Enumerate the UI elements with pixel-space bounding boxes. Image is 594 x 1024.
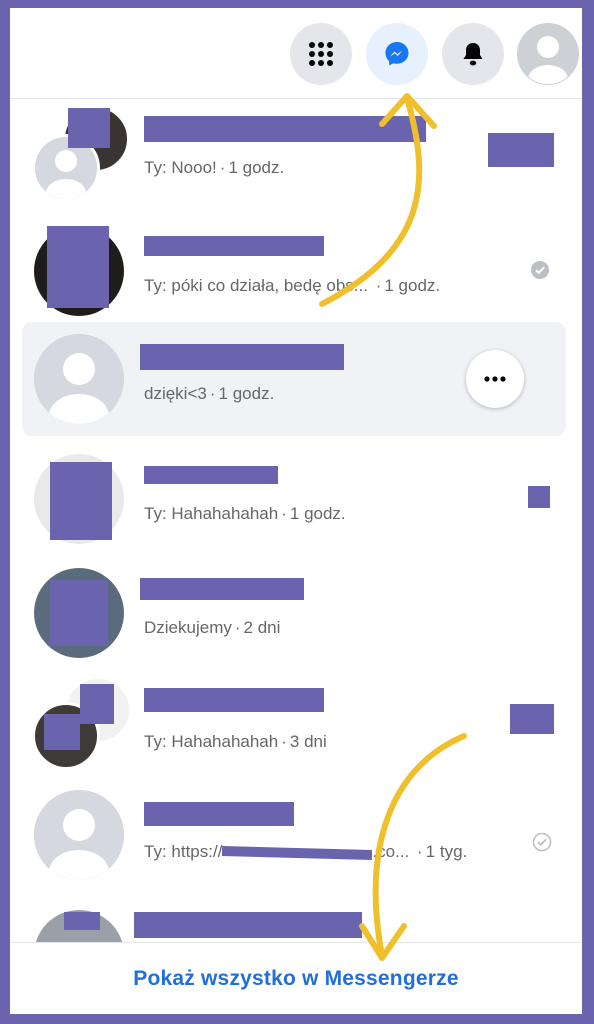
preview-time: 1 godz. bbox=[218, 384, 275, 403]
conversation-name-redacted bbox=[144, 466, 278, 484]
bell-icon bbox=[463, 43, 483, 66]
redaction-block bbox=[510, 704, 554, 734]
preview-time: 2 dni bbox=[243, 618, 281, 637]
redaction-block bbox=[68, 108, 110, 148]
menu-grid-button[interactable] bbox=[290, 23, 352, 85]
redaction-block bbox=[222, 845, 373, 860]
redaction-block bbox=[488, 133, 554, 167]
conversation-row[interactable]: Ty: póki co działa, bedę obs... · 1 godz. bbox=[22, 214, 566, 328]
conversation-name-redacted bbox=[140, 578, 304, 600]
conversation-preview: Ty: https://.co... · 1 tyg. bbox=[144, 842, 468, 861]
contact-avatar bbox=[34, 790, 124, 880]
conversation-row[interactable]: Dziekujemy · 2 dni bbox=[22, 556, 566, 670]
conversation-name-redacted bbox=[144, 802, 294, 826]
preview-text-end: .co... bbox=[372, 842, 410, 861]
preview-text: Dziekujemy bbox=[144, 618, 232, 637]
preview-text: dzięki<3 bbox=[144, 384, 207, 403]
conversation-preview: Ty: Hahahahahah · 3 dni bbox=[144, 732, 327, 751]
more-dots-icon bbox=[484, 376, 506, 382]
conversation-preview: Ty: Nooo! · 1 godz. bbox=[144, 158, 285, 177]
footer: Pokaż wszystko w Messengerze bbox=[10, 942, 582, 1014]
conversation-row[interactable]: Ty: https://.co... · 1 tyg. bbox=[22, 784, 566, 898]
read-receipt-icon bbox=[531, 261, 549, 279]
conversation-row[interactable]: Ty: Hahahahahah · 3 dni bbox=[22, 670, 566, 784]
conversation-name-redacted bbox=[134, 912, 362, 938]
conversation-row[interactable]: Ty: Nooo! · 1 godz. bbox=[22, 100, 566, 214]
conversation-preview: Ty: póki co działa, bedę obs... · 1 godz. bbox=[144, 276, 441, 295]
conversation-name-redacted bbox=[144, 236, 324, 256]
preview-text: Ty: Nooo! bbox=[144, 158, 217, 177]
preview-text: Ty: https:// bbox=[144, 842, 223, 861]
conversation-name-redacted bbox=[140, 344, 344, 370]
preview-text: Ty: Hahahahahah bbox=[144, 732, 279, 751]
conversation-row[interactable]: Ty: Hahahahahah · 1 godz. bbox=[22, 442, 566, 556]
redaction-block bbox=[47, 226, 109, 308]
contact-avatar bbox=[34, 334, 124, 424]
sent-receipt-icon bbox=[532, 832, 552, 852]
profile-button[interactable] bbox=[517, 23, 579, 85]
notifications-button[interactable] bbox=[442, 23, 504, 85]
redaction-block bbox=[44, 714, 80, 750]
preview-text: Ty: Hahahahahah bbox=[144, 504, 279, 523]
conversation-name-redacted bbox=[144, 688, 324, 712]
preview-time: 1 tyg. bbox=[425, 842, 468, 861]
preview-time: 1 godz. bbox=[228, 158, 285, 177]
messenger-icon bbox=[385, 42, 409, 66]
conversation-name-redacted bbox=[144, 116, 426, 142]
redaction-block bbox=[80, 684, 114, 724]
menu-grid-icon bbox=[309, 42, 333, 66]
redaction-block bbox=[528, 486, 550, 508]
redaction-block bbox=[64, 912, 100, 930]
redaction-block bbox=[50, 580, 108, 646]
messenger-dropdown: Ty: Nooo! · 1 godz. Ty: póki co działa, be… bbox=[10, 8, 582, 1014]
preview-time: 1 godz. bbox=[384, 276, 441, 295]
conversation-preview: Dziekujemy · 2 dni bbox=[144, 618, 281, 637]
conversation-row-hovered[interactable]: dzięki<3 · 1 godz. bbox=[22, 322, 566, 436]
preview-text: Ty: póki co działa, bedę obs... bbox=[144, 276, 368, 295]
conversation-preview: Ty: Hahahahahah · 1 godz. bbox=[144, 504, 346, 523]
see-all-in-messenger-link[interactable]: Pokaż wszystko w Messengerze bbox=[133, 967, 458, 991]
more-options-button[interactable] bbox=[466, 350, 524, 408]
preview-time: 1 godz. bbox=[289, 504, 346, 523]
messenger-button[interactable] bbox=[366, 23, 428, 85]
preview-time: 3 dni bbox=[289, 732, 327, 751]
conversation-preview: dzięki<3 · 1 godz. bbox=[144, 384, 275, 403]
redaction-block bbox=[50, 462, 112, 540]
top-bar bbox=[10, 8, 582, 99]
profile-icon bbox=[518, 24, 578, 84]
